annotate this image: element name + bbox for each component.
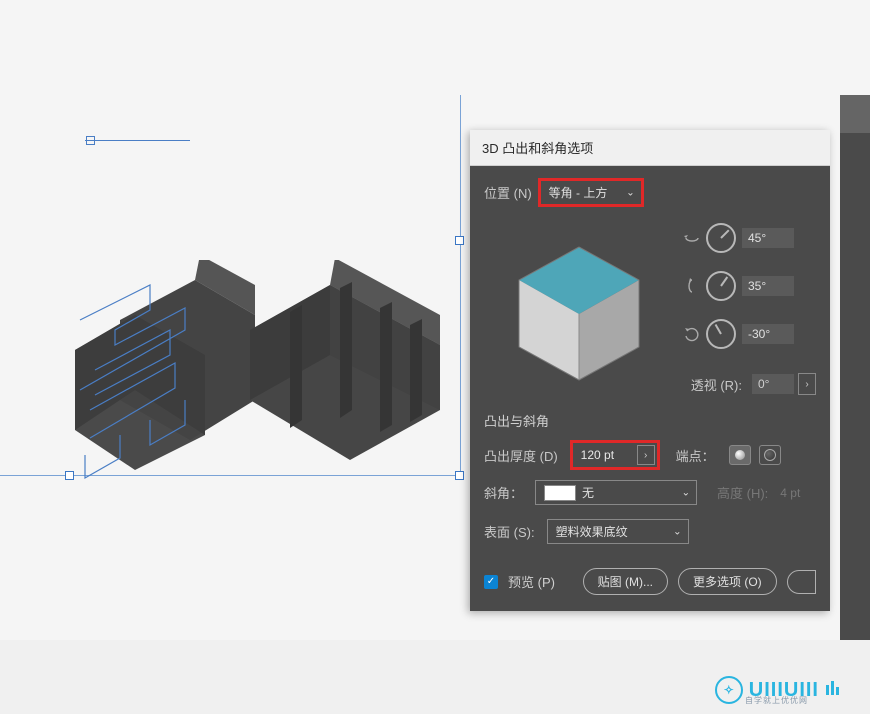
watermark-logo: ✧ UIIIUIII 自学就上优优网 xyxy=(715,676,840,704)
cap-off-button[interactable] xyxy=(759,445,781,465)
section-extrude-bevel: 凸出与斜角 xyxy=(484,411,816,430)
selection-handle[interactable] xyxy=(455,236,464,245)
bevel-height-value: 4 pt xyxy=(780,486,800,500)
bulb-icon: ✧ xyxy=(715,676,743,704)
surface-label: 表面 (S): xyxy=(484,522,535,541)
perspective-stepper[interactable]: › xyxy=(798,373,816,395)
extrude-depth-group: 120 pt › xyxy=(570,440,660,470)
selection-guide-top xyxy=(85,140,190,141)
panel-dock-right xyxy=(840,95,870,640)
extrude-stepper[interactable]: › xyxy=(637,445,655,465)
perspective-label: 透视 (R): xyxy=(691,375,742,394)
map-art-button[interactable]: 贴图 (M)... xyxy=(583,568,668,595)
rotation-y-dial[interactable] xyxy=(706,271,736,301)
selection-handle[interactable] xyxy=(455,471,464,480)
rotation-cube-preview[interactable] xyxy=(484,217,674,397)
bevel-dropdown[interactable]: 无 ⌄ xyxy=(535,480,697,505)
bevel-swatch xyxy=(544,485,576,501)
rotation-y-row: 35° xyxy=(684,271,816,301)
rotation-x-input[interactable]: 45° xyxy=(742,228,794,248)
preview-label: 预览 (P) xyxy=(508,572,555,591)
watermark-subtitle: 自学就上优优网 xyxy=(745,695,808,706)
position-value: 等角 - 上方 xyxy=(549,184,608,201)
bevel-label: 斜角： xyxy=(484,483,523,502)
preview-checkbox[interactable]: ✓ xyxy=(484,575,498,589)
rotation-x-row: 45° xyxy=(684,223,816,253)
chevron-down-icon: ⌄ xyxy=(626,187,634,198)
position-dropdown[interactable]: 等角 - 上方 ⌄ xyxy=(538,178,644,207)
rotation-z-dial[interactable] xyxy=(706,319,736,349)
rotation-y-input[interactable]: 35° xyxy=(742,276,794,296)
bevel-value: 无 xyxy=(582,484,594,501)
rotation-z-row: -30° xyxy=(684,319,816,349)
dialog-3d-extrude-bevel: 3D 凸出和斜角选项 位置 (N) 等角 - 上方 ⌄ xyxy=(470,130,830,611)
artwork-3d-extrusion[interactable] xyxy=(40,260,450,480)
dialog-title: 3D 凸出和斜角选项 xyxy=(470,130,830,166)
more-options-button[interactable]: 更多选项 (O) xyxy=(678,568,777,595)
watermark-bars-icon xyxy=(825,681,840,700)
chevron-down-icon: ⌄ xyxy=(673,526,681,537)
panel-dock-tab[interactable] xyxy=(840,95,870,133)
surface-dropdown[interactable]: 塑料效果底纹 ⌄ xyxy=(547,519,689,544)
cap-label: 端点： xyxy=(676,446,715,465)
position-label: 位置 (N) xyxy=(484,183,532,202)
chevron-down-icon: ⌄ xyxy=(682,487,690,498)
rotation-x-dial[interactable] xyxy=(706,223,736,253)
rotate-x-icon xyxy=(684,230,700,246)
rotate-z-icon xyxy=(684,326,700,342)
selection-handle-top[interactable] xyxy=(86,136,95,145)
surface-value: 塑料效果底纹 xyxy=(556,523,628,540)
rotation-z-input[interactable]: -30° xyxy=(742,324,794,344)
rotate-y-icon xyxy=(684,278,700,294)
cap-on-button[interactable] xyxy=(729,445,751,465)
extrude-depth-input[interactable]: 120 pt xyxy=(575,445,637,465)
extrude-depth-label: 凸出厚度 (D) xyxy=(484,446,558,465)
ok-button-partial[interactable] xyxy=(787,570,816,594)
bevel-height-label: 高度 (H): xyxy=(717,483,768,502)
perspective-input[interactable]: 0° xyxy=(752,374,794,394)
